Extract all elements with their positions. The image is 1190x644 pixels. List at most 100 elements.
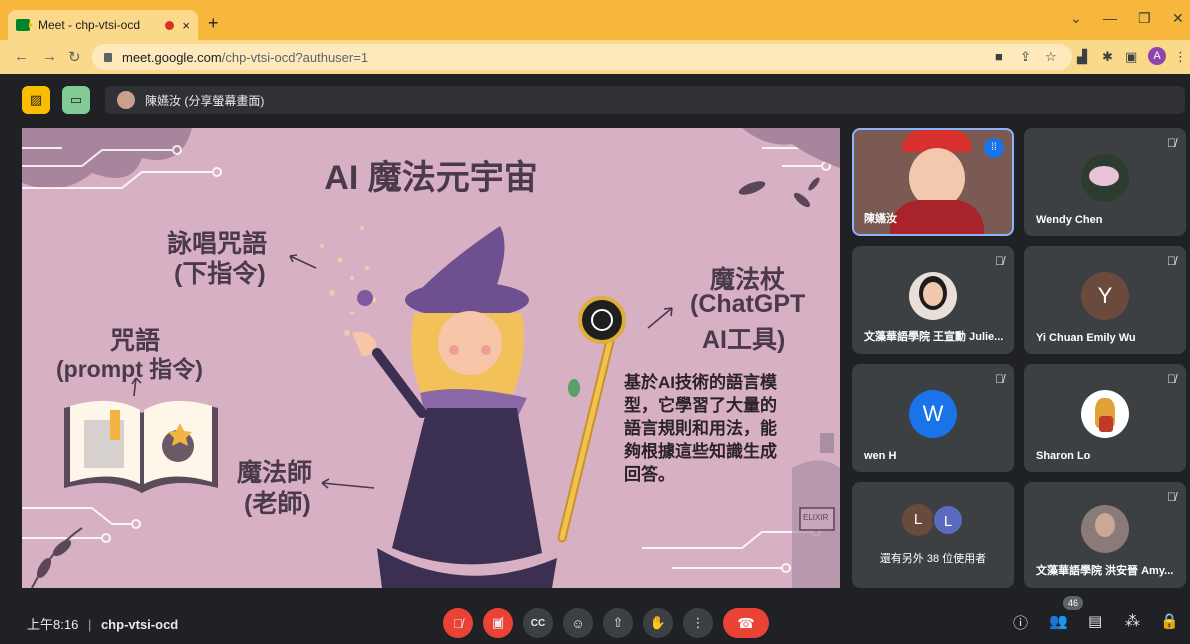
- lock-icon: [104, 52, 112, 62]
- captions-button[interactable]: CC: [523, 608, 553, 638]
- reactions-button[interactable]: ☺: [563, 608, 593, 638]
- shared-slide: AI 魔法元宇宙 詠唱咒語 (下指令) 咒語 (prompt 指令) 魔法杖 (…: [22, 128, 840, 588]
- participant-tile[interactable]: 🎙̸ 文藻華語學院 王宣勳 Julie...: [852, 246, 1014, 354]
- hand-icon: ✋: [649, 615, 667, 630]
- meet-stage: ▨ ▭ 陳嬿汝 (分享螢幕畫面) AI 魔法元宇宙 詠唱咒語 (下指令) 咒語 …: [0, 74, 1190, 644]
- participant-avatar: [1081, 504, 1129, 553]
- browser-tab-strip: Meet - chp-vtsi-ocd × + ⌄ — ❐ ✕: [0, 0, 1190, 40]
- url-path: /chp-vtsi-ocd?authuser=1: [221, 49, 369, 65]
- extension-chart-icon[interactable]: ▟: [1077, 49, 1087, 65]
- slide-desc-line2: 型，它學習了大量的: [624, 396, 777, 415]
- participant-tile[interactable]: ⁞⁞ 陳嬿汝: [852, 128, 1014, 236]
- participant-name: Sharon Lo: [1036, 450, 1091, 462]
- others-count-label: 還有另外 38 位使用者: [879, 553, 987, 565]
- raise-hand-button[interactable]: ✋: [643, 608, 673, 638]
- address-bar[interactable]: meet.google.com/chp-vtsi-ocd?authuser=1: [92, 44, 1072, 70]
- slide-mage-line2: (老師): [244, 490, 311, 518]
- profile-avatar[interactable]: A: [1148, 47, 1166, 65]
- minimize-button[interactable]: —: [1103, 10, 1117, 26]
- mic-toggle-button[interactable]: 🎙̸: [443, 608, 473, 638]
- tab-search-chevron-icon[interactable]: ⌄: [1070, 10, 1082, 27]
- participant-name: Wendy Chen: [1036, 214, 1103, 226]
- more-options-button[interactable]: ⋮: [683, 608, 713, 638]
- participant-tile[interactable]: 🎙̸ Wendy Chen: [1024, 128, 1186, 236]
- participant-tile[interactable]: 🎙̸ Y Yi Chuan Emily Wu: [1024, 246, 1186, 354]
- participant-face: [909, 148, 965, 208]
- slide-desc-line3: 語言規則和用法，能: [624, 419, 777, 438]
- meeting-control-bar: 上午8:16 | chp-vtsi-ocd 🎙̸ ▣̸ CC ☺ ⇧ ✋ ⋮ ☎…: [0, 596, 1190, 644]
- meet-favicon-icon: [16, 19, 33, 31]
- activities-icon[interactable]: ⁂: [1125, 612, 1140, 630]
- more-vert-icon: ⋮: [691, 615, 705, 630]
- present-button[interactable]: ⇧: [603, 608, 633, 638]
- recording-dot-icon: [165, 20, 175, 30]
- meeting-time: 上午8:16: [27, 617, 79, 632]
- window-close-button[interactable]: ✕: [1172, 10, 1184, 27]
- tab-close-button[interactable]: ×: [182, 18, 190, 33]
- mic-off-icon: 🎙̸: [1167, 136, 1176, 150]
- address-toolbar: ← → ↻ meet.google.com/chp-vtsi-ocd?authu…: [0, 40, 1190, 74]
- present-screen-icon: ⇧: [612, 615, 624, 630]
- participant-avatar: [1081, 389, 1129, 438]
- slide-desc-line1: 基於AI技術的語言模: [624, 373, 777, 392]
- people-icon[interactable]: 👥: [1049, 612, 1068, 630]
- participant-tile[interactable]: 🎙̸ W wen H: [852, 364, 1014, 472]
- participant-tile[interactable]: 🎙̸ Sharon Lo: [1024, 364, 1186, 472]
- browser-menu-icon[interactable]: ⋮: [1174, 49, 1187, 65]
- stop-presenting-icon[interactable]: ▨: [22, 86, 50, 114]
- presenter-avatar: [117, 91, 135, 109]
- presenting-screen-icon[interactable]: ▭: [62, 86, 90, 114]
- meeting-details-icon[interactable]: ⓘ: [1013, 612, 1028, 633]
- hang-up-icon: ☎: [737, 614, 755, 631]
- participant-name: 文藻華語學院 王宣勳 Julie...: [864, 331, 1004, 343]
- presenter-label: 陳嬿汝 (分享螢幕畫面): [145, 93, 265, 108]
- participant-avatar: L: [902, 504, 934, 536]
- bookmark-star-icon[interactable]: ☆: [1045, 49, 1057, 65]
- emoji-icon: ☺: [571, 615, 585, 631]
- participant-name: wen H: [864, 450, 897, 462]
- reload-icon[interactable]: ↻: [68, 48, 81, 66]
- meeting-code: chp-vtsi-ocd: [100, 617, 179, 632]
- url-host: meet.google.com: [122, 49, 222, 65]
- speaking-indicator-icon: ⁞⁞: [984, 138, 1004, 158]
- back-arrow-icon[interactable]: ←: [14, 48, 29, 65]
- participant-sweater: [890, 200, 984, 234]
- chat-icon[interactable]: ▤: [1088, 612, 1102, 630]
- host-controls-icon[interactable]: 🔒: [1160, 612, 1179, 630]
- participant-tile[interactable]: 🎙̸ 文藻華語學院 洪安晉 Amy...: [1024, 482, 1186, 588]
- participant-avatar: [909, 271, 957, 320]
- slide-title: AI 魔法元宇宙: [324, 159, 538, 197]
- side-panel-icon[interactable]: ▣: [1125, 49, 1137, 65]
- participant-avatar: [1081, 153, 1129, 202]
- slide-desc-line4: 夠根據這些知識生成: [624, 442, 777, 461]
- mic-off-icon: 🎙̸: [995, 254, 1004, 268]
- presenter-banner: 陳嬿汝 (分享螢幕畫面): [105, 86, 1185, 114]
- slide-wand-line2: (ChatGPT: [690, 290, 806, 318]
- captions-icon: CC: [530, 617, 546, 629]
- restore-button[interactable]: ❐: [1138, 10, 1151, 27]
- meeting-info: 上午8:16 | chp-vtsi-ocd: [27, 614, 178, 633]
- extensions-puzzle-icon[interactable]: ✱: [1102, 49, 1113, 65]
- slide-spell-line2: (prompt 指令): [56, 356, 203, 382]
- browser-tab[interactable]: Meet - chp-vtsi-ocd ×: [8, 10, 198, 40]
- slide-bottle-label: ELIXIR: [803, 513, 829, 522]
- mic-off-icon: 🎙̸: [995, 372, 1004, 386]
- mic-off-icon: 🎙̸: [1167, 372, 1176, 386]
- people-count-badge: 46: [1063, 596, 1083, 610]
- participant-tile[interactable]: L L 還有另外 38 位使用者: [852, 482, 1014, 588]
- new-tab-button[interactable]: +: [208, 14, 219, 32]
- separator: |: [87, 617, 92, 632]
- slide-chant-line2: (下指令): [174, 260, 266, 288]
- mic-off-icon: 🎙̸: [1167, 490, 1176, 504]
- leave-call-button[interactable]: ☎: [723, 608, 769, 638]
- slide-desc-line5: 回答。: [624, 465, 675, 484]
- camera-off-icon: ▣̸: [491, 615, 505, 630]
- tab-title: Meet - chp-vtsi-ocd: [38, 18, 141, 32]
- mic-off-icon: 🎙̸: [1167, 254, 1176, 268]
- participant-avatar: W: [909, 389, 957, 438]
- camera-toggle-button[interactable]: ▣̸: [483, 608, 513, 638]
- share-icon[interactable]: ⇪: [1020, 49, 1031, 65]
- forward-arrow-icon[interactable]: →: [42, 48, 57, 65]
- participant-avatar: Y: [1081, 271, 1129, 320]
- camera-in-use-icon[interactable]: ■: [995, 49, 1003, 64]
